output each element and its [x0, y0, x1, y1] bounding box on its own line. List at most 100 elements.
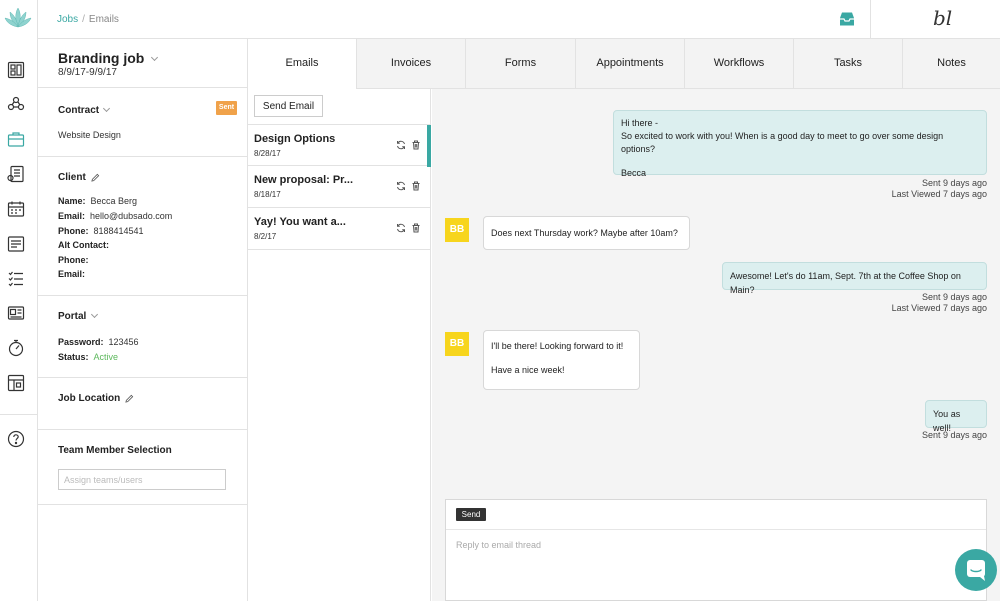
client-name-label: Name:: [58, 196, 86, 206]
message-meta: Sent 9 days ago: [732, 430, 987, 440]
portal-chevron-down-icon[interactable]: [90, 310, 99, 319]
email-list: Send Email Design Options 8/28/17 New pr…: [248, 89, 431, 601]
tab-workflows[interactable]: Workflows: [684, 39, 793, 89]
viewed-time: Last Viewed 7 days ago: [891, 303, 987, 313]
client-title: Client: [58, 172, 100, 183]
rail-divider: [0, 414, 38, 415]
client-name-value: Becca Berg: [90, 196, 138, 206]
email-item[interactable]: Yay! You want a... 8/2/17: [248, 208, 430, 250]
breadcrumb-separator: /: [82, 14, 85, 25]
team-section: Team Member Selection: [38, 430, 247, 505]
logo-lotus-icon[interactable]: [4, 5, 32, 31]
forms-icon[interactable]: [7, 235, 25, 253]
templates-icon[interactable]: [7, 304, 25, 322]
email-subject: Design Options: [254, 133, 336, 145]
send-reply-button[interactable]: Send: [456, 508, 486, 521]
refresh-icon[interactable]: [396, 140, 406, 150]
chat-launcher-button[interactable]: [955, 549, 997, 591]
message-line: Hi there -: [621, 118, 659, 128]
time-icon[interactable]: [7, 339, 25, 357]
alt-phone-row: Phone:: [58, 255, 94, 265]
email-item[interactable]: Design Options 8/28/17: [248, 124, 431, 167]
message-bubble-received: I'll be there! Looking forward to it! Ha…: [483, 330, 640, 390]
tab-invoices[interactable]: Invoices: [356, 39, 465, 89]
job-location-title-text: Job Location: [58, 393, 121, 404]
avatar: BB: [445, 332, 469, 356]
tasks-icon[interactable]: [7, 270, 25, 288]
tab-forms[interactable]: Forms: [465, 39, 575, 89]
client-email-row: Email: hello@dubsado.com: [58, 211, 172, 221]
message-meta: Sent 9 days ago Last Viewed 7 days ago: [732, 178, 987, 199]
viewed-time: Last Viewed 7 days ago: [891, 189, 987, 199]
inbox-icon[interactable]: [838, 11, 856, 27]
invoices-icon[interactable]: [7, 165, 25, 183]
job-title[interactable]: Branding job: [58, 50, 144, 66]
contract-chevron-down-icon[interactable]: [102, 104, 111, 113]
message-line: So excited to work with you! When is a g…: [621, 131, 944, 154]
email-date: 8/2/17: [254, 232, 277, 241]
refresh-icon[interactable]: [396, 181, 406, 191]
email-date: 8/18/17: [254, 190, 281, 199]
email-thread: Hi there - So excited to work with you! …: [432, 89, 1000, 601]
alt-phone-label: Phone:: [58, 255, 89, 265]
tab-appointments[interactable]: Appointments: [575, 39, 684, 89]
refresh-icon[interactable]: [396, 223, 406, 233]
job-header: Branding job 8/9/17-9/9/17: [38, 39, 247, 88]
portal-section: Portal Password: 123456 Status: Active: [38, 296, 247, 378]
brand-area: bl: [870, 0, 1000, 39]
assign-team-input[interactable]: [58, 469, 226, 490]
edit-client-pencil-icon[interactable]: [91, 173, 100, 182]
message-line: I'll be there! Looking forward to it!: [491, 341, 624, 351]
contacts-icon[interactable]: [7, 95, 25, 113]
breadcrumb: Jobs / Emails: [57, 14, 119, 25]
reply-input[interactable]: [456, 540, 956, 580]
breadcrumb-jobs-link[interactable]: Jobs: [57, 14, 78, 25]
email-subject: New proposal: Pr...: [254, 174, 354, 186]
message-bubble-sent: Hi there - So excited to work with you! …: [613, 110, 987, 178]
email-item[interactable]: New proposal: Pr... 8/18/17: [248, 166, 430, 208]
contract-title: Contract: [58, 105, 100, 116]
client-phone-value: 8188414541: [93, 226, 144, 236]
portal-password-value: 123456: [108, 337, 139, 347]
contract-name[interactable]: Website Design: [58, 130, 121, 140]
portal-password-label: Password:: [58, 337, 104, 347]
portal-status-row: Status: Active: [58, 352, 118, 362]
trash-icon[interactable]: [411, 223, 421, 233]
job-location-title: Job Location: [58, 393, 134, 404]
job-location-section: Job Location: [38, 378, 247, 430]
email-subject: Yay! You want a...: [254, 216, 346, 228]
send-email-button[interactable]: Send Email: [254, 95, 323, 117]
message-bubble-received: Does next Thursday work? Maybe after 10a…: [483, 216, 690, 250]
top-bar: Jobs / Emails bl: [38, 0, 1000, 39]
message-line: Does next Thursday work? Maybe after 10a…: [491, 228, 678, 238]
message-line: [621, 156, 979, 167]
reports-icon[interactable]: [7, 374, 25, 392]
alt-contact-label: Alt Contact:: [58, 240, 109, 250]
section-tabs: Emails Invoices Forms Appointments Workf…: [248, 39, 1000, 89]
team-title: Team Member Selection: [58, 445, 172, 456]
client-email-value[interactable]: hello@dubsado.com: [90, 211, 172, 221]
job-chevron-down-icon[interactable]: [150, 53, 159, 62]
jobs-icon[interactable]: [7, 130, 25, 148]
message-line: Have a nice week!: [491, 365, 565, 375]
help-icon[interactable]: [7, 430, 25, 448]
tab-tasks[interactable]: Tasks: [793, 39, 902, 89]
sent-time: Sent 9 days ago: [921, 178, 987, 188]
alt-contact-row: Alt Contact:: [58, 240, 114, 250]
dashboard-icon[interactable]: [7, 61, 25, 79]
portal-status-label: Status:: [58, 352, 89, 362]
edit-location-pencil-icon[interactable]: [125, 394, 134, 403]
tab-emails[interactable]: Emails: [248, 39, 356, 89]
trash-icon[interactable]: [411, 140, 421, 150]
calendar-icon[interactable]: [7, 200, 25, 218]
client-phone-row: Phone: 8188414541: [58, 226, 144, 236]
reply-box: Send: [445, 499, 987, 601]
tab-notes[interactable]: Notes: [902, 39, 1000, 89]
brand-logo[interactable]: bl: [933, 6, 952, 30]
alt-email-row: Email:: [58, 269, 90, 279]
trash-icon[interactable]: [411, 181, 421, 191]
message-line: [491, 353, 632, 364]
client-title-text: Client: [58, 172, 86, 183]
message-bubble-sent: You as well!: [925, 400, 987, 433]
client-section: Client Name: Becca Berg Email: hello@dubsa…: [38, 157, 247, 296]
